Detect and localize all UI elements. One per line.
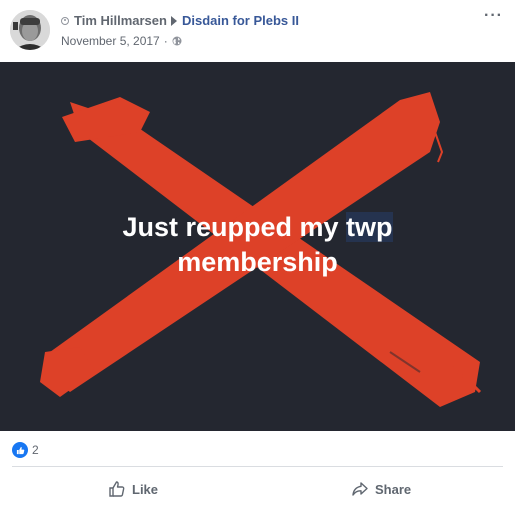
reaction-count: 2 (32, 443, 39, 457)
caption-text: Just reupped my (122, 212, 347, 242)
actions-divider (12, 466, 503, 467)
post-meta: November 5, 2017 · (61, 34, 182, 48)
reactions-summary[interactable]: 2 (12, 442, 39, 458)
image-caption: Just reupped my twp membership (0, 210, 515, 280)
globe-icon[interactable] (172, 36, 182, 46)
presence-icon (61, 16, 69, 25)
post-header: Tim Hillmarsen Disdain for Plebs II Nove… (0, 0, 515, 62)
like-button[interactable]: Like (108, 478, 158, 500)
post-image[interactable]: Just reupped my twp membership (0, 62, 515, 431)
caption-highlighted-word: twp (346, 212, 393, 242)
caption-line-2: membership (177, 247, 338, 277)
triangle-right-icon (170, 15, 177, 26)
post-title-line: Tim Hillmarsen Disdain for Plebs II (61, 13, 299, 28)
avatar-photo (10, 10, 50, 50)
like-label: Like (132, 481, 159, 497)
like-reaction-icon (12, 442, 28, 458)
meta-separator: · (163, 34, 168, 48)
author-name-link[interactable]: Tim Hillmarsen (74, 13, 167, 28)
author-avatar[interactable] (10, 10, 50, 50)
caption-line-1: Just reupped my twp (0, 210, 515, 245)
thumbs-up-icon (109, 481, 125, 497)
share-button[interactable]: Share (351, 478, 411, 500)
share-arrow-icon (352, 482, 368, 496)
post-date-link[interactable]: November 5, 2017 (61, 34, 160, 48)
share-label: Share (375, 481, 412, 497)
more-options-button[interactable]: ··· (484, 7, 503, 25)
group-name-link[interactable]: Disdain for Plebs II (182, 13, 299, 28)
